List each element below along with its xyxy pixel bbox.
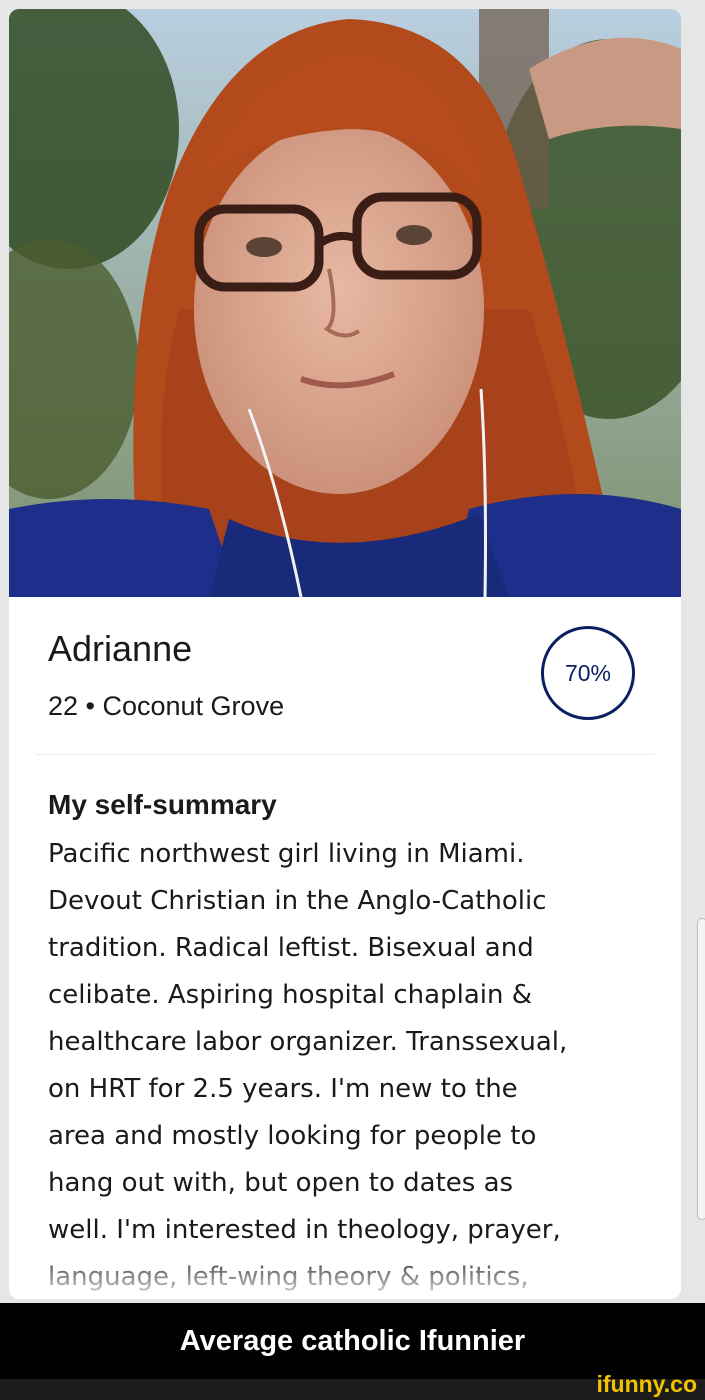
meme-caption: Average catholic Ifunnier [179,1324,526,1357]
summary-line: celibate. Aspiring hospital chaplain & [48,980,532,1010]
self-summary-text: Pacific northwest girl living in Miami. … [48,831,658,1297]
summary-line: Devout Christian in the Anglo-Catholic [48,886,547,916]
summary-line: healthcare labor organizer. Transsexual, [48,1027,568,1057]
summary-line: Pacific northwest girl living in Miami. [48,839,525,869]
summary-line: on HRT for 2.5 years. I'm new to the [48,1074,518,1104]
summary-line: area and mostly looking for people to [48,1121,537,1151]
summary-line: language, left-wing theory & politics, [48,1262,529,1292]
profile-name: Adrianne [48,628,193,669]
match-percentage-badge[interactable]: 70% [541,626,635,720]
summary-line: tradition. Radical leftist. Bisexual and [48,933,534,963]
profile-card[interactable]: Adrianne 22 • Coconut Grove 70% My self-… [9,9,681,1299]
self-summary-heading: My self-summary [48,789,277,820]
summary-line: well. I'm interested in theology, prayer… [48,1215,561,1245]
meme-caption-bar: Average catholic Ifunnier [0,1303,705,1379]
profile-age-location: 22 • Coconut Grove [48,691,285,721]
scroll-handle[interactable] [697,918,705,1220]
section-divider [36,754,654,755]
summary-line: hang out with, but open to dates as [48,1168,514,1198]
ifunny-watermark-logo: ifunny.co [596,1371,697,1397]
profile-photo[interactable] [9,9,681,597]
